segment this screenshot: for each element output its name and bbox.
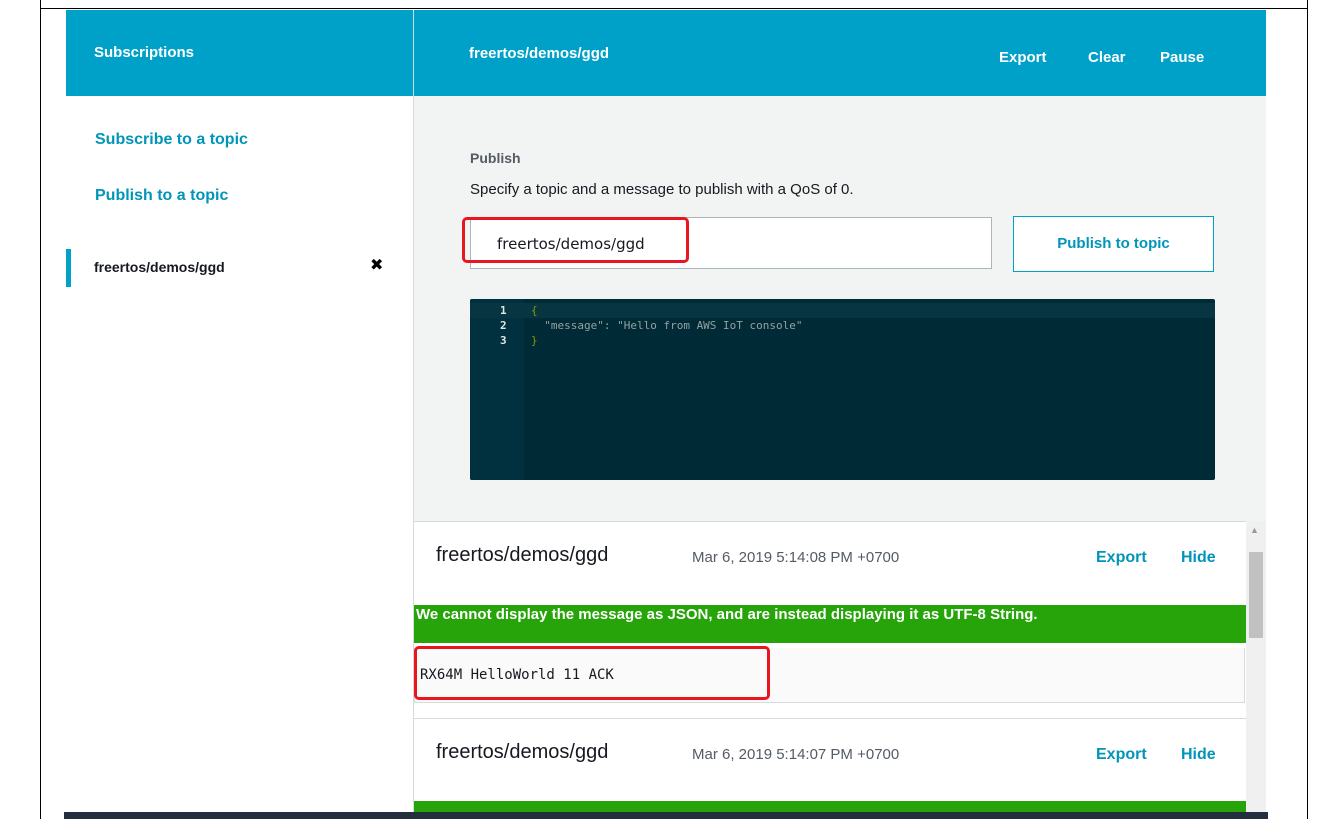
message-topic: freertos/demos/ggd xyxy=(436,741,609,763)
message-editor[interactable]: 1 2 3 { "message": "Hello from AWS IoT c… xyxy=(470,299,1215,480)
mqtt-client-app: Subscriptions Subscribe to a topic Publi… xyxy=(66,10,1266,819)
message-timestamp: Mar 6, 2019 5:14:07 PM +0700 xyxy=(692,746,900,763)
code-line: } xyxy=(531,334,538,347)
close-icon[interactable]: ✖ xyxy=(370,255,383,275)
message-payload: RX64M HelloWorld 11 ACK xyxy=(414,648,1245,703)
active-indicator xyxy=(66,249,71,287)
editor-gutter xyxy=(470,299,524,480)
subscription-topic-label: freertos/demos/ggd xyxy=(94,259,225,275)
subscription-item[interactable]: freertos/demos/ggd ✖ xyxy=(66,249,412,287)
chevron-up-icon[interactable]: ▲ xyxy=(1250,525,1259,535)
main-header: freertos/demos/ggd Export Clear Pause xyxy=(414,10,1266,96)
format-notice-banner: We cannot display the message as JSON, a… xyxy=(414,605,1246,643)
sidebar-title: Subscriptions xyxy=(66,10,413,96)
message-list: freertos/demos/ggd Mar 6, 2019 5:14:08 P… xyxy=(414,521,1246,819)
bottom-bar xyxy=(64,812,1268,819)
publish-description: Specify a topic and a message to publish… xyxy=(470,181,854,198)
line-number: 1 xyxy=(500,304,507,317)
frame-border-top xyxy=(40,8,1308,9)
clear-button[interactable]: Clear xyxy=(1088,49,1126,66)
sidebar: Subscriptions Subscribe to a topic Publi… xyxy=(66,10,414,819)
publish-to-topic-button[interactable]: Publish to topic xyxy=(1013,216,1214,272)
code-line: "message": "Hello from AWS IoT console" xyxy=(531,319,803,332)
message-scrollbar[interactable]: ▲ xyxy=(1246,521,1266,819)
message-export-button[interactable]: Export xyxy=(1096,549,1147,567)
editor-active-line xyxy=(470,303,1215,318)
frame-border-left xyxy=(40,0,41,819)
message-hide-button[interactable]: Hide xyxy=(1181,549,1216,567)
pause-button[interactable]: Pause xyxy=(1160,49,1204,66)
format-notice-text: We cannot display the message as JSON, a… xyxy=(416,606,1038,623)
code-line: { xyxy=(531,304,538,317)
divider xyxy=(414,718,1246,719)
message-export-button[interactable]: Export xyxy=(1096,746,1147,764)
message-topic: freertos/demos/ggd xyxy=(436,544,609,566)
divider xyxy=(414,521,1246,522)
export-button[interactable]: Export xyxy=(999,49,1047,66)
frame-border-right xyxy=(1307,0,1308,819)
page-title: freertos/demos/ggd xyxy=(469,45,610,62)
publish-to-topic-link[interactable]: Publish to a topic xyxy=(95,187,228,205)
line-number: 2 xyxy=(500,319,507,332)
line-number: 3 xyxy=(500,334,507,347)
message-timestamp: Mar 6, 2019 5:14:08 PM +0700 xyxy=(692,549,900,566)
publish-section-label: Publish xyxy=(470,150,521,166)
message-hide-button[interactable]: Hide xyxy=(1181,746,1216,764)
publish-topic-input[interactable]: freertos/demos/ggd xyxy=(470,217,992,269)
subscribe-to-topic-link[interactable]: Subscribe to a topic xyxy=(95,131,248,149)
scrollbar-thumb[interactable] xyxy=(1249,552,1263,638)
main-panel: freertos/demos/ggd Export Clear Pause Pu… xyxy=(414,10,1266,819)
